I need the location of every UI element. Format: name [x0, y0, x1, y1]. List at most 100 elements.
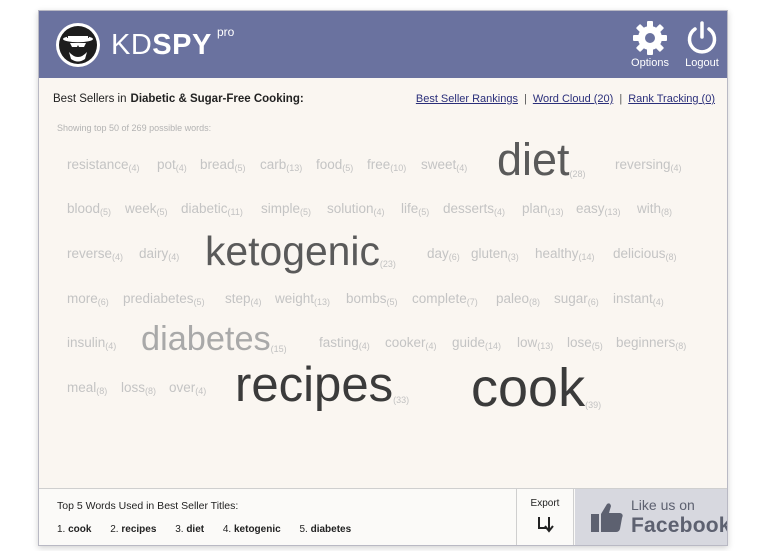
cloud-word-text: simple — [261, 201, 301, 216]
cloud-word[interactable]: ketogenic(23) — [205, 231, 396, 272]
cloud-word[interactable]: bombs(5) — [346, 292, 398, 307]
cloud-word-count: (15) — [270, 344, 287, 354]
cloud-word-count: (8) — [665, 252, 677, 262]
cloud-word-text: reversing — [615, 157, 671, 172]
cloud-word-text: healthy — [535, 246, 579, 261]
cloud-word-text: sweet — [421, 157, 457, 172]
cloud-word[interactable]: paleo(8) — [496, 291, 541, 307]
cloud-word-count: (8) — [529, 297, 541, 307]
cloud-word[interactable]: free(10) — [367, 158, 406, 173]
cloud-word-text: lose — [567, 335, 592, 350]
cloud-word[interactable]: solution(4) — [327, 201, 385, 217]
top5-item: 1. cook — [57, 524, 91, 535]
cloud-word[interactable]: fasting(4) — [319, 336, 370, 351]
cloud-word-count: (5) — [342, 163, 354, 173]
cloud-word[interactable]: with(8) — [637, 201, 673, 217]
cloud-word-count: (8) — [661, 207, 673, 217]
cloud-word-text: weight — [275, 291, 315, 306]
top5-title: Top 5 Words Used in Best Seller Titles: — [57, 500, 239, 512]
cloud-word[interactable]: loss(8) — [121, 381, 157, 396]
cloud-word-count: (4) — [652, 297, 664, 307]
cloud-word[interactable]: simple(5) — [261, 201, 311, 217]
cloud-word[interactable]: pot(4) — [157, 158, 187, 173]
cloud-word[interactable]: blood(5) — [67, 201, 111, 217]
cloud-word[interactable]: more(6) — [67, 292, 109, 307]
cloud-word-count: (4) — [105, 341, 117, 351]
cloud-word[interactable]: beginners(8) — [616, 336, 686, 351]
cloud-word-text: instant — [613, 291, 653, 306]
cloud-word[interactable]: reverse(4) — [67, 247, 124, 262]
cloud-word-count: (5) — [386, 297, 398, 307]
cloud-word-count: (23) — [379, 259, 396, 269]
cloud-word-text: low — [517, 335, 538, 350]
cloud-word[interactable]: complete(7) — [412, 292, 478, 307]
cloud-word[interactable]: low(13) — [517, 335, 553, 351]
facebook-like-text: Like us on — [631, 497, 695, 513]
export-button[interactable]: Export — [516, 489, 574, 545]
cloud-word[interactable]: food(5) — [316, 157, 354, 173]
cloud-word[interactable]: cook(39) — [471, 361, 601, 415]
facebook-like-button[interactable]: Like us on Facebook — [575, 489, 727, 545]
cloud-word-count: (14) — [578, 252, 595, 262]
cloud-word-text: ketogenic — [205, 228, 380, 274]
cloud-word[interactable]: prediabetes(5) — [123, 292, 205, 307]
cloud-word[interactable]: gluten(3) — [471, 247, 519, 262]
cloud-word-text: sugar — [554, 291, 588, 306]
cloud-word[interactable]: weight(13) — [275, 291, 330, 307]
cloud-word[interactable]: cooker(4) — [385, 336, 437, 351]
cloud-word[interactable]: diabetic(11) — [181, 201, 243, 217]
cloud-word-count: (3) — [507, 252, 519, 262]
top5-word: cook — [68, 524, 92, 535]
cloud-word[interactable]: sweet(4) — [421, 157, 468, 173]
cloud-word[interactable]: over(4) — [169, 381, 207, 396]
cloud-word[interactable]: easy(13) — [576, 202, 621, 217]
cloud-word-count: (4) — [373, 207, 385, 217]
cloud-word-count: (4) — [250, 297, 262, 307]
cloud-word-text: cook — [471, 358, 586, 418]
cloud-word-count: (4) — [168, 252, 180, 262]
cloud-word-count: (28) — [569, 169, 586, 179]
cloud-word-text: week — [125, 201, 157, 216]
cloud-word-text: food — [316, 157, 343, 172]
cloud-word-text: bread — [200, 157, 235, 172]
cloud-word[interactable]: desserts(4) — [443, 202, 505, 217]
cloud-word-count: (8) — [145, 386, 157, 396]
cloud-word[interactable]: insulin(4) — [67, 336, 117, 351]
cloud-word-count: (5) — [591, 341, 603, 351]
cloud-word[interactable]: step(4) — [225, 291, 262, 307]
thumbs-up-icon — [591, 503, 623, 532]
cloud-word[interactable]: reversing(4) — [615, 157, 682, 173]
cloud-word[interactable]: diabetes(15) — [141, 322, 287, 356]
cloud-word[interactable]: dairy(4) — [139, 247, 180, 262]
cloud-word-text: paleo — [496, 291, 530, 306]
cloud-word[interactable]: guide(14) — [452, 336, 501, 351]
cloud-word[interactable]: day(6) — [427, 247, 460, 262]
cloud-word-text: diabetic — [181, 201, 228, 216]
cloud-word[interactable]: carb(13) — [260, 158, 303, 173]
cloud-word[interactable]: bread(5) — [200, 157, 246, 173]
cloud-word-count: (4) — [456, 163, 468, 173]
cloud-word-text: step — [225, 291, 251, 306]
cloud-word[interactable]: lose(5) — [567, 335, 603, 351]
cloud-word[interactable]: week(5) — [125, 201, 168, 217]
cloud-word-text: diet — [497, 134, 570, 185]
cloud-word-text: solution — [327, 201, 374, 216]
cloud-word[interactable]: instant(4) — [613, 291, 664, 307]
cloud-word[interactable]: delicious(8) — [613, 247, 677, 262]
cloud-word-count: (4) — [195, 386, 207, 396]
cloud-word[interactable]: diet(28) — [497, 137, 586, 183]
cloud-word[interactable]: healthy(14) — [535, 246, 595, 262]
cloud-word[interactable]: life(5) — [401, 202, 429, 217]
top5-word: ketogenic — [234, 524, 281, 535]
cloud-word-count: (11) — [227, 207, 243, 217]
cloud-word-text: with — [637, 201, 662, 216]
cloud-word-count: (13) — [286, 163, 303, 173]
cloud-word[interactable]: resistance(4) — [67, 158, 140, 173]
cloud-word[interactable]: sugar(6) — [554, 291, 599, 307]
cloud-word-count: (4) — [112, 252, 124, 262]
cloud-word-count: (6) — [448, 252, 460, 262]
cloud-word[interactable]: plan(13) — [522, 202, 564, 217]
cloud-word-text: blood — [67, 201, 101, 216]
cloud-word[interactable]: meal(8) — [67, 381, 107, 396]
cloud-word[interactable]: recipes(33) — [235, 360, 409, 410]
